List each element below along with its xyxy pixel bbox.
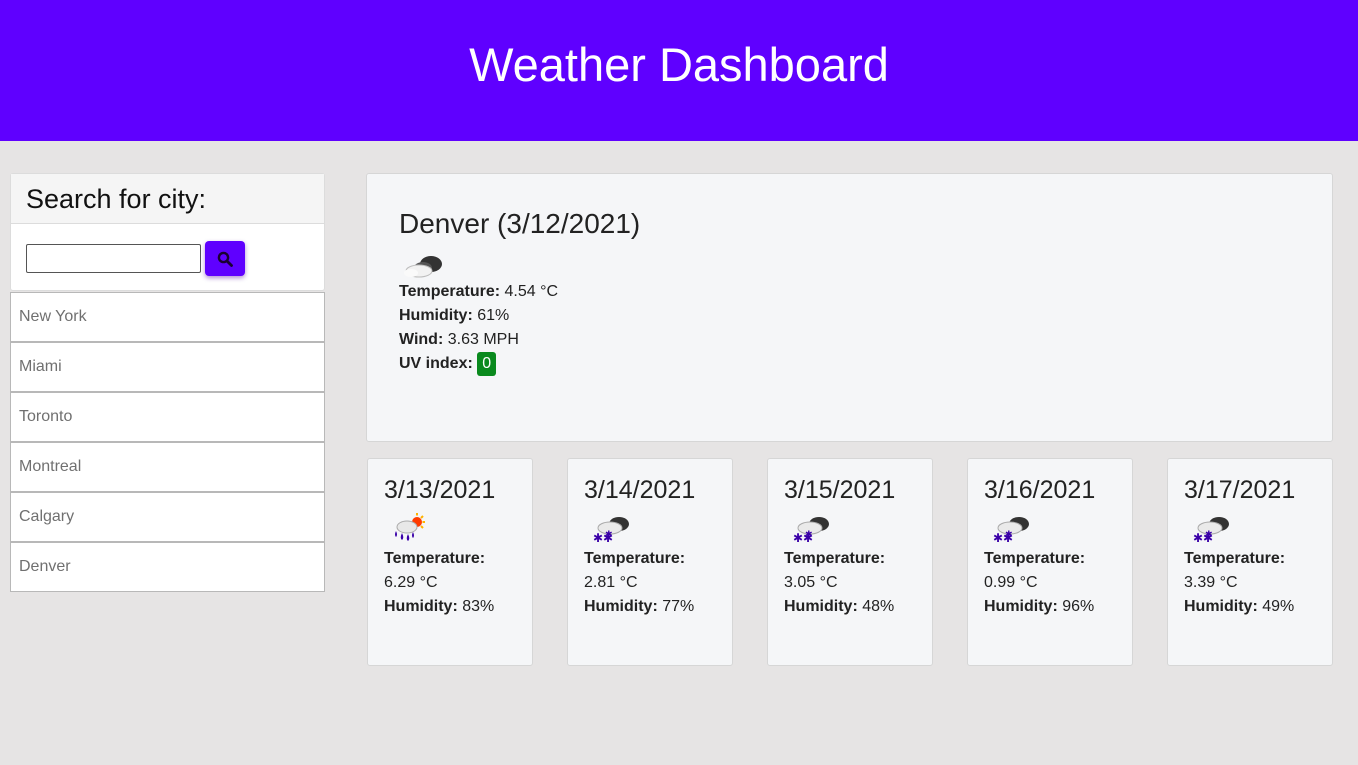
forecast-temperature: 2.81 °C xyxy=(584,574,638,591)
snow-cloud-icon: ✱✱ ✱ xyxy=(993,517,1029,545)
current-temperature: Temperature: 4.54 °C xyxy=(399,283,559,300)
svg-text:✱: ✱ xyxy=(1005,530,1013,540)
forecast-humidity: Humidity: 96% xyxy=(984,598,1095,615)
snow-cloud-icon: ✱✱ ✱ xyxy=(1193,517,1229,545)
city-search-input[interactable] xyxy=(26,244,201,273)
snow-cloud-icon: ✱✱ ✱ xyxy=(793,517,829,545)
forecast-card: 3/15/2021 ✱✱ ✱ Temperature: 3.05 °C Humi… xyxy=(767,458,933,666)
forecast-temperature: 6.29 °C xyxy=(384,574,438,591)
current-humidity: Humidity: 61% xyxy=(399,307,510,324)
search-history-list: New York Miami Toronto Montreal Calgary … xyxy=(10,292,325,592)
forecast-row: 3/13/2021 Temperature: 6.29 °C Humidity:… xyxy=(367,458,1333,666)
svg-text:✱: ✱ xyxy=(805,530,813,540)
snow-cloud-icon: ✱✱ ✱ xyxy=(593,517,629,545)
forecast-date: 3/16/2021 xyxy=(984,476,1096,504)
cloudy-icon xyxy=(404,256,442,278)
forecast-humidity: Humidity: 49% xyxy=(1184,598,1295,615)
history-item-miami[interactable]: Miami xyxy=(10,342,325,392)
svg-text:✱: ✱ xyxy=(605,530,613,540)
forecast-card: 3/13/2021 Temperature: 6.29 °C Humidity:… xyxy=(367,458,533,666)
page-header: Weather Dashboard xyxy=(0,0,1358,141)
current-wind: Wind: 3.63 MPH xyxy=(399,331,519,348)
uv-badge: 0 xyxy=(477,352,497,376)
current-weather-card: Denver (3/12/2021) Temperature: 4.54 °C … xyxy=(366,173,1333,442)
forecast-date: 3/17/2021 xyxy=(1184,476,1296,504)
search-card: Search for city: xyxy=(10,173,325,291)
history-item-denver[interactable]: Denver xyxy=(10,542,325,592)
sidebar: Search for city: New York Miami Toronto … xyxy=(10,173,325,592)
history-item-montreal[interactable]: Montreal xyxy=(10,442,325,492)
search-row xyxy=(11,224,324,293)
forecast-temperature: 3.05 °C xyxy=(784,574,838,591)
forecast-temperature: 0.99 °C xyxy=(984,574,1038,591)
history-item-toronto[interactable]: Toronto xyxy=(10,392,325,442)
forecast-humidity: Humidity: 77% xyxy=(584,598,695,615)
forecast-card: 3/16/2021 ✱✱ ✱ Temperature: 0.99 °C Humi… xyxy=(967,458,1133,666)
rain-sun-icon xyxy=(395,513,425,541)
search-title: Search for city: xyxy=(26,184,207,214)
search-card-header: Search for city: xyxy=(11,174,324,224)
history-item-new-york[interactable]: New York xyxy=(10,292,325,342)
search-icon xyxy=(217,251,233,267)
forecast-humidity: Humidity: 83% xyxy=(384,598,495,615)
current-uv: UV index: 0 xyxy=(399,352,1300,376)
forecast-humidity: Humidity: 48% xyxy=(784,598,895,615)
page-title: Weather Dashboard xyxy=(469,38,889,91)
forecast-date: 3/15/2021 xyxy=(784,476,896,504)
history-item-calgary[interactable]: Calgary xyxy=(10,492,325,542)
forecast-temperature: 3.39 °C xyxy=(1184,574,1238,591)
current-city-heading: Denver (3/12/2021) xyxy=(399,208,641,239)
forecast-card: 3/17/2021 ✱✱ ✱ Temperature: 3.39 °C Humi… xyxy=(1167,458,1333,666)
forecast-date: 3/14/2021 xyxy=(584,476,696,504)
svg-text:✱: ✱ xyxy=(1205,530,1213,540)
search-button[interactable] xyxy=(205,241,245,276)
forecast-date: 3/13/2021 xyxy=(384,476,496,504)
forecast-card: 3/14/2021 ✱✱ ✱ Temperature: 2.81 °C Humi… xyxy=(567,458,733,666)
